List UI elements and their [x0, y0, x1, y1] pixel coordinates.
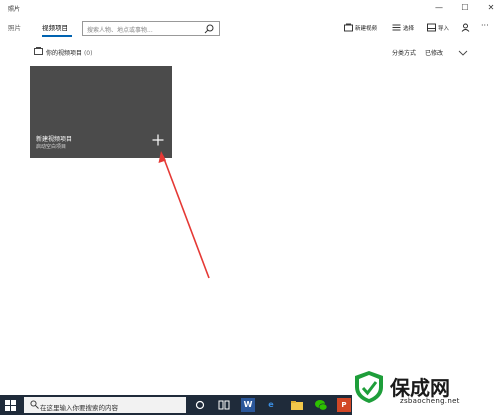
task-view-icon[interactable]	[193, 398, 207, 412]
tab-video-projects[interactable]: 视频项目	[42, 22, 68, 32]
edge-browser-icon[interactable]: e	[264, 398, 278, 412]
toolbar: 照片 视频项目 搜索人物、地点或事物... 新建视频 选择 导入 ···	[0, 18, 500, 40]
account-icon[interactable]	[461, 23, 470, 32]
tab-photos[interactable]: 照片	[8, 22, 21, 32]
taskbar-grid-app-icon[interactable]	[217, 398, 231, 412]
taskbar: 在这里输入你要搜索的内容 W e P	[0, 395, 352, 415]
import-button[interactable]: 导入	[438, 24, 449, 32]
chevron-down-icon[interactable]	[458, 50, 468, 56]
select-button[interactable]: 选择	[403, 24, 414, 32]
annotation-arrow	[158, 151, 210, 279]
photos-app-window: 照片 — ☐ ✕ 照片 视频项目 搜索人物、地点或事物... 新建视频 选择 导…	[0, 0, 500, 415]
watermark-shield-logo	[355, 371, 383, 403]
close-button[interactable]: ✕	[482, 2, 500, 14]
plus-icon[interactable]	[152, 134, 164, 146]
tile-subtitle: 启动空白项目	[36, 144, 67, 150]
powerpoint-icon[interactable]: P	[337, 398, 351, 412]
app-title: 照片	[8, 6, 21, 13]
windows-start-icon[interactable]	[5, 400, 16, 411]
video-project-icon	[34, 47, 43, 55]
new-video-project-tile[interactable]: 新建视频项目 启动空白项目	[30, 66, 172, 158]
taskbar-search-box[interactable]: 在这里输入你要搜索的内容	[24, 397, 186, 413]
file-explorer-icon[interactable]	[290, 398, 304, 412]
search-icon[interactable]	[204, 24, 214, 34]
search-input[interactable]: 搜索人物、地点或事物...	[87, 25, 153, 34]
maximize-button[interactable]: ☐	[456, 2, 474, 14]
minimize-button[interactable]: —	[430, 2, 448, 14]
section-title: 你的视频项目 (0)	[46, 48, 92, 57]
title-bar: 照片 — ☐ ✕	[0, 0, 500, 16]
selected-tab-indicator	[42, 35, 72, 37]
import-icon[interactable]	[427, 23, 436, 32]
sort-dropdown[interactable]: 已修改	[425, 48, 443, 57]
select-icon[interactable]	[392, 23, 401, 32]
new-video-button[interactable]: 新建视频	[355, 24, 377, 32]
section-title-text: 你的视频项目	[46, 50, 83, 57]
tile-title: 新建视频项目	[36, 136, 73, 143]
search-box[interactable]: 搜索人物、地点或事物...	[82, 21, 220, 36]
search-icon	[30, 400, 39, 409]
new-video-icon[interactable]	[344, 23, 353, 32]
project-count: (0)	[83, 50, 93, 57]
sort-label: 分类方式	[392, 50, 417, 57]
taskbar-search-input[interactable]: 在这里输入你要搜索的内容	[40, 402, 118, 412]
word-icon[interactable]: W	[241, 398, 255, 412]
watermark-url: zsbaocheng.net	[400, 397, 460, 405]
more-options-button[interactable]: ···	[481, 21, 489, 30]
wechat-icon[interactable]	[314, 398, 328, 412]
